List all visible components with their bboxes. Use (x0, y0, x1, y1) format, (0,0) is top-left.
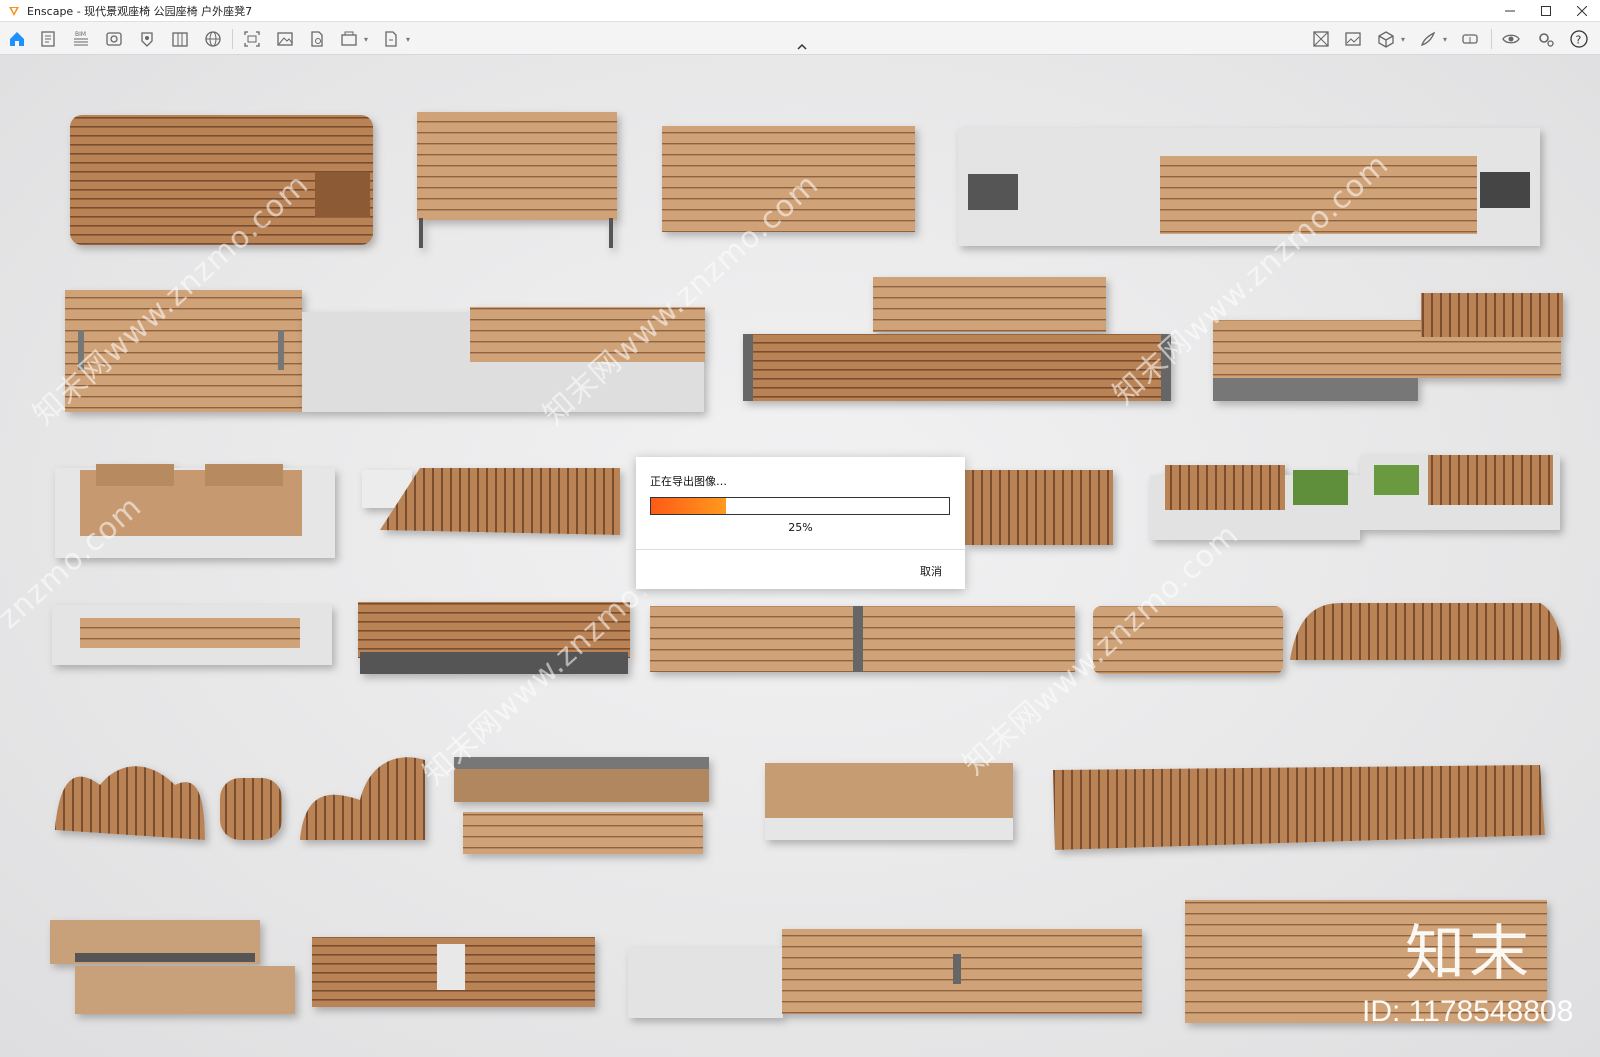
image-icon (277, 32, 293, 46)
znzmo-logo: 知末 (1405, 919, 1533, 989)
vr-headset-icon (1462, 34, 1478, 44)
maximize-icon (1541, 6, 1551, 16)
bench-concrete-planter (958, 128, 1540, 246)
bench-curved-lounger (1290, 602, 1562, 660)
bench-long-steel (650, 606, 1075, 672)
toolbar-separator (232, 29, 233, 49)
dialog-divider (636, 549, 965, 550)
asset-library-icon (1313, 31, 1329, 47)
asset-library-button[interactable] (1310, 28, 1332, 50)
globe-icon (205, 31, 221, 47)
export-icon (385, 31, 397, 47)
enscape-logo-icon (9, 6, 19, 16)
panel-icon (172, 32, 188, 47)
export-progress-bar (650, 497, 950, 515)
bench-zigzag (362, 468, 620, 535)
settings-button[interactable] (1535, 28, 1557, 50)
collapse-toolbar-icon[interactable] (794, 40, 810, 54)
image-gallery-icon (1345, 32, 1361, 46)
cube-icon (1378, 31, 1394, 48)
dialog-title: 正在导出图像… (650, 475, 727, 488)
chevron-down-icon[interactable]: ▾ (1401, 35, 1409, 44)
document-button[interactable] (37, 28, 59, 50)
map-icon (141, 32, 153, 47)
bench-concrete-end (628, 929, 1142, 1018)
home-icon (10, 32, 24, 46)
minimize-button[interactable] (1492, 0, 1528, 22)
cancel-button[interactable]: 取消 (916, 561, 946, 581)
screenshot-icon (244, 31, 260, 47)
image-button[interactable] (274, 28, 296, 50)
svg-text:?: ? (1576, 34, 1582, 47)
bench-vertical-back (1213, 293, 1563, 401)
cube-button[interactable] (1375, 28, 1397, 50)
map-button[interactable] (136, 28, 158, 50)
help-icon: ? (1570, 30, 1588, 48)
brush-icon (1420, 31, 1436, 47)
bench-slim-concrete (52, 605, 332, 665)
eye-icon (106, 32, 122, 46)
svg-text:BIM: BIM (75, 31, 86, 38)
document-icon (41, 31, 55, 47)
settings-icon (1539, 33, 1554, 47)
vr-headset-button[interactable] (1459, 28, 1481, 50)
screenshot-button[interactable] (241, 28, 263, 50)
progress-percent: 25% (788, 521, 813, 534)
brush-button[interactable] (1417, 28, 1439, 50)
maximize-button[interactable] (1528, 0, 1564, 22)
toolbar-separator (1491, 29, 1492, 49)
file-button[interactable] (306, 28, 328, 50)
file-icon (311, 31, 323, 47)
panel-button[interactable] (169, 28, 191, 50)
bim-icon: BIM (74, 31, 88, 46)
export-progress-dialog: 正在导出图像… 25% 取消 (636, 457, 965, 589)
view-button[interactable] (103, 28, 125, 50)
home-button[interactable] (6, 28, 28, 50)
title-bar: Enscape - 现代景观座椅 公园座椅 户外座凳7 (0, 0, 1600, 22)
export-button[interactable] (380, 28, 402, 50)
progress-fill (651, 498, 726, 514)
bench-wave-set (55, 757, 425, 840)
minimize-icon (1505, 10, 1515, 12)
chevron-down-icon[interactable]: ▾ (364, 35, 372, 44)
globe-button[interactable] (202, 28, 224, 50)
bench-cross-steel (50, 920, 295, 1014)
bim-button[interactable]: BIM (70, 28, 92, 50)
visibility-icon (1502, 34, 1520, 44)
image-id: ID: 1178548808 (1362, 995, 1574, 1028)
visibility-button[interactable] (1500, 28, 1522, 50)
bench-fin-slats (965, 470, 1113, 545)
image-gallery-button[interactable] (1342, 28, 1364, 50)
chevron-down-icon[interactable]: ▾ (1443, 35, 1451, 44)
close-button[interactable] (1564, 0, 1600, 22)
close-icon (1577, 6, 1587, 16)
batch-render-button[interactable] (338, 28, 360, 50)
batch-render-icon (341, 31, 357, 46)
bench-with-backrest (417, 112, 617, 248)
bench-parametric-wave (1053, 765, 1545, 850)
bench-box-steel (454, 757, 709, 854)
window-title: Enscape - 现代景观座椅 公园座椅 户外座凳7 (27, 4, 253, 18)
chevron-down-icon[interactable]: ▾ (406, 35, 414, 44)
bench-planter-slats (312, 937, 595, 1007)
help-button[interactable]: ? (1568, 28, 1590, 50)
